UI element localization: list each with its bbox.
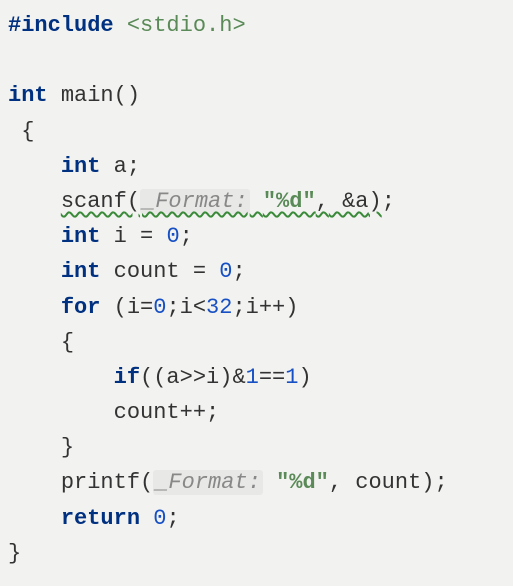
brace-open: { — [0, 114, 513, 149]
line-return: return 0; — [0, 501, 513, 536]
line-main-decl: int main() — [0, 78, 513, 113]
line-include: #include <stdio.h> — [0, 8, 513, 43]
inlay-hint: _Format: — [155, 470, 261, 495]
for-brace-open: { — [0, 325, 513, 360]
line-scanf: scanf(_Format: "%d", &a); — [0, 184, 513, 219]
line-countpp: count++; — [0, 395, 513, 430]
blank-line — [0, 43, 513, 78]
preproc-directive: #include — [8, 13, 114, 38]
include-path: <stdio.h> — [127, 13, 246, 38]
return-type: int — [8, 83, 48, 108]
line-printf: printf(_Format: "%d", count); — [0, 465, 513, 500]
line-decl-count: int count = 0; — [0, 254, 513, 289]
parens: () — [114, 83, 140, 108]
fn-main: main — [61, 83, 114, 108]
inlay-hint: _Format: — [142, 189, 248, 214]
line-decl-i: int i = 0; — [0, 219, 513, 254]
code-editor[interactable]: #include <stdio.h> int main() { int a; s… — [0, 8, 513, 571]
line-if: if((a>>i)&1==1) — [0, 360, 513, 395]
for-brace-close: } — [0, 430, 513, 465]
line-decl-a: int a; — [0, 149, 513, 184]
line-for: for (i=0;i<32;i++) — [0, 290, 513, 325]
brace-close: } — [0, 536, 513, 571]
